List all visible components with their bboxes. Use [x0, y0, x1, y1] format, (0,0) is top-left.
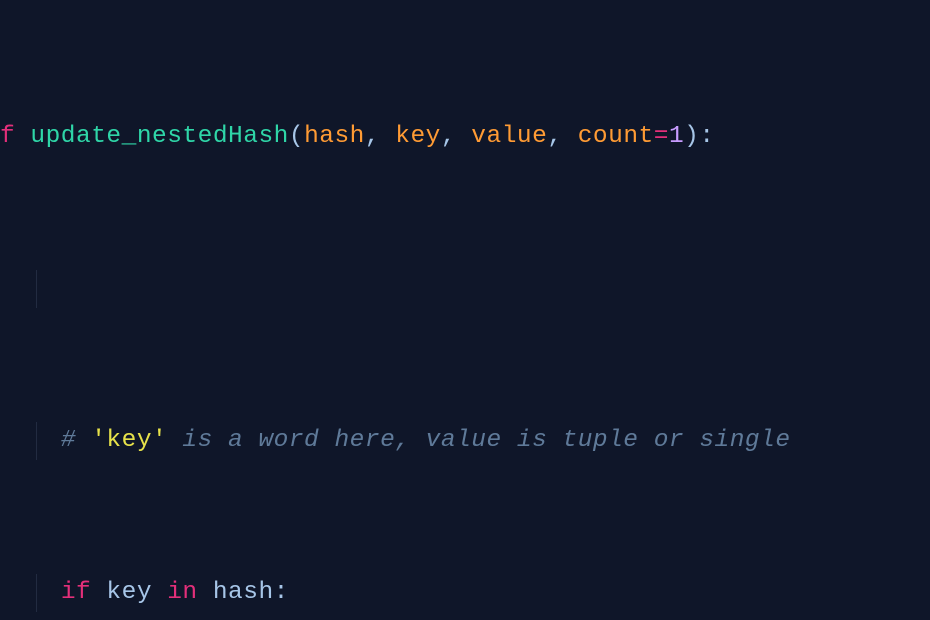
param: count [578, 123, 654, 150]
comment-string: 'key' [91, 427, 167, 454]
comment: # [61, 427, 91, 454]
code-line[interactable]: # 'key' is a word here, value is tuple o… [0, 422, 930, 460]
number-literal: 1 [669, 123, 684, 150]
param: key [395, 123, 441, 150]
keyword-if: if [61, 579, 91, 606]
function-name: update_nestedHash [30, 123, 288, 150]
keyword-in: in [167, 579, 197, 606]
param: value [471, 123, 547, 150]
param: hash [304, 123, 365, 150]
keyword-def: f [0, 123, 15, 150]
comment: is a word here, value is tuple or single [167, 427, 790, 454]
code-line[interactable] [0, 270, 930, 308]
code-editor[interactable]: f update_nestedHash(hash, key, value, co… [0, 0, 930, 620]
code-line[interactable]: f update_nestedHash(hash, key, value, co… [0, 118, 930, 156]
code-line[interactable]: if key in hash: [0, 574, 930, 612]
